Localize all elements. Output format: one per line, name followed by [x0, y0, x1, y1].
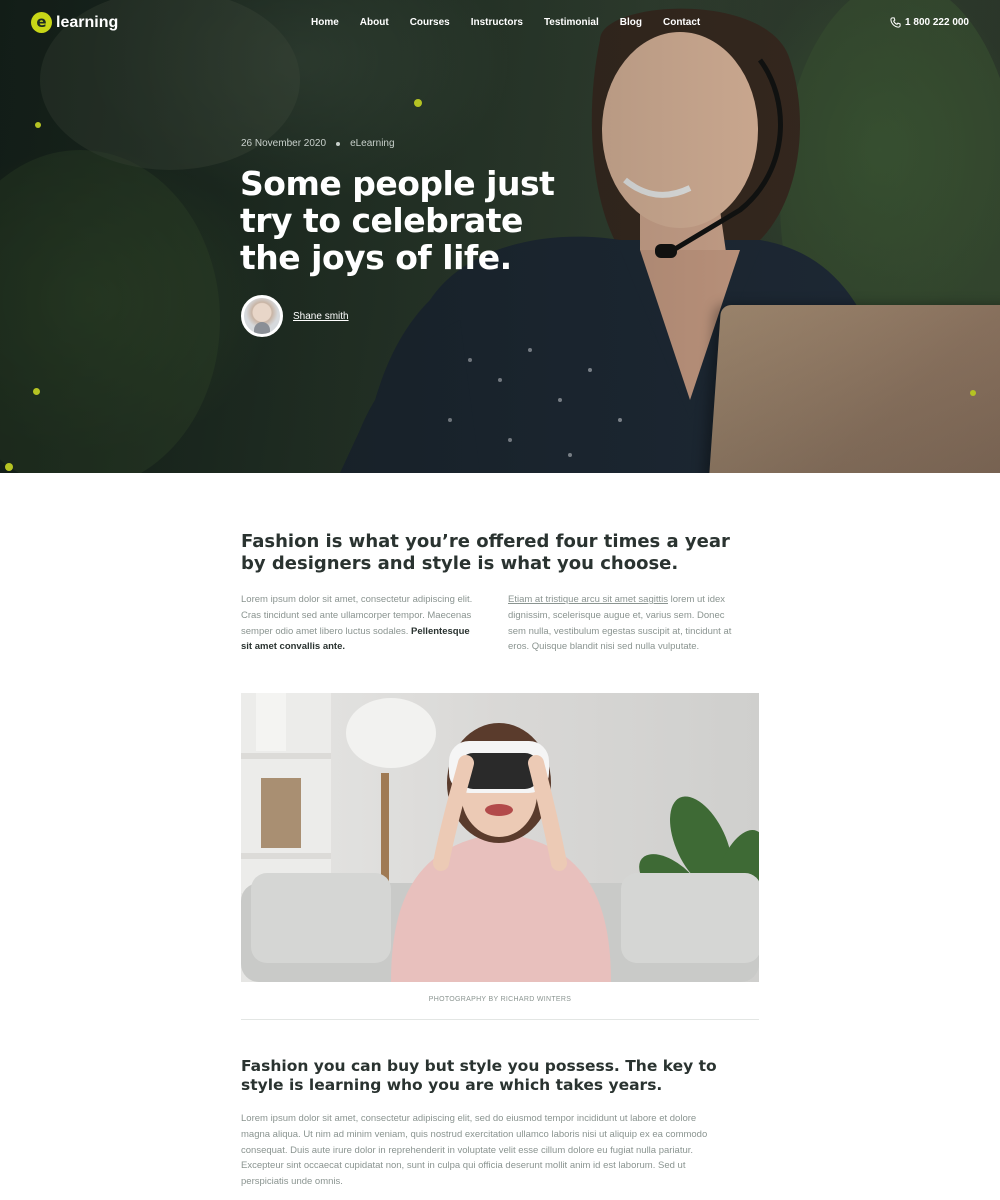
logo-mark-letter: e [36, 13, 47, 31]
author-avatar [241, 295, 283, 337]
nav-contact[interactable]: Contact [663, 17, 700, 28]
decor-dot [35, 122, 41, 128]
decor-dot [970, 390, 976, 396]
top-navigation: e learning Home About Courses Instructor… [0, 0, 1000, 46]
main-menu: Home About Courses Instructors Testimoni… [311, 17, 721, 28]
logo-icon: e [31, 12, 52, 33]
article-column-left: Lorem ipsum dolor sit amet, consectetur … [241, 592, 473, 655]
inline-link[interactable]: Etiam at tristique arcu sit amet sagitti… [508, 594, 668, 605]
decor-dot [414, 99, 422, 107]
logo-text: learning [56, 13, 119, 31]
article-subheading: Fashion you can buy but style you posses… [241, 1057, 717, 1094]
article-column-right: Etiam at tristique arcu sit amet sagitti… [508, 592, 740, 655]
article-lead: Fashion is what you’re offered four time… [241, 531, 730, 574]
phone-icon [890, 17, 901, 28]
post-title: Some people just try to celebrate the jo… [240, 164, 555, 277]
nav-testimonial[interactable]: Testimonial [544, 17, 599, 28]
meta-separator [336, 141, 341, 146]
hero-banner: e learning Home About Courses Instructor… [0, 0, 1000, 473]
post-meta: 26 November 2020 eLearning [241, 138, 395, 149]
decor-dot [33, 388, 40, 395]
nav-blog[interactable]: Blog [620, 17, 642, 28]
nav-about[interactable]: About [360, 17, 389, 28]
post-category[interactable]: eLearning [350, 138, 394, 149]
decor-dot [5, 463, 13, 471]
post-author[interactable]: Shane smith [241, 295, 349, 337]
nav-instructors[interactable]: Instructors [471, 17, 523, 28]
section-divider [241, 1019, 759, 1020]
vr-photo [241, 693, 759, 982]
article-body: Lorem ipsum dolor sit amet, consectetur … [241, 1113, 708, 1188]
nav-home[interactable]: Home [311, 17, 339, 28]
phone-link[interactable]: 1 800 222 000 [890, 17, 969, 28]
photo-caption: PHOTOGRAPHY BY RICHARD WINTERS [428, 996, 572, 1003]
article-photo [241, 693, 759, 982]
site-logo[interactable]: e learning [31, 12, 118, 33]
author-name-link[interactable]: Shane smith [293, 311, 349, 322]
nav-courses[interactable]: Courses [410, 17, 450, 28]
phone-number: 1 800 222 000 [905, 17, 969, 28]
post-date: 26 November 2020 [241, 138, 327, 149]
